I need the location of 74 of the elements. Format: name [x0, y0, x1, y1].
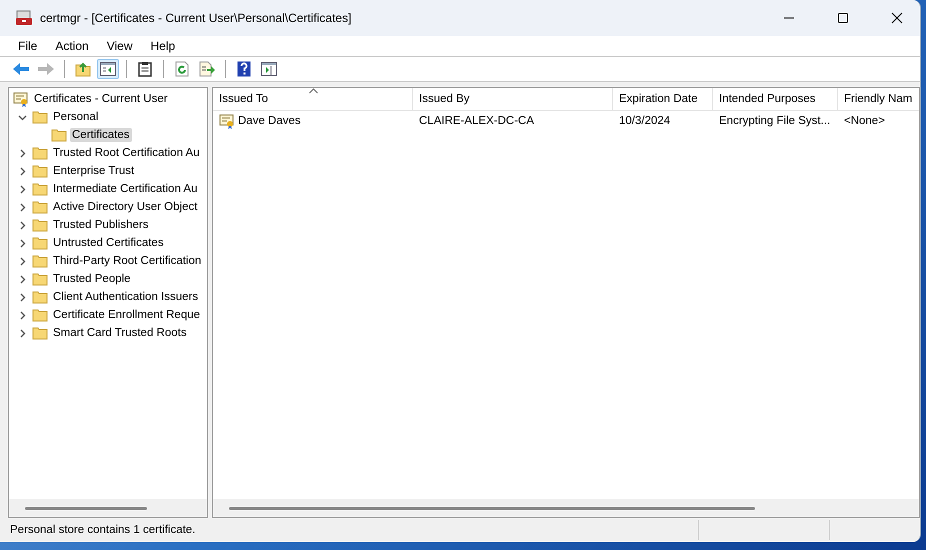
tree-item[interactable]: Personal [51, 110, 100, 124]
status-text: Personal store contains 1 certificate. [9, 524, 196, 536]
tree-root[interactable]: Certificates - Current User [32, 92, 170, 106]
horizontal-scrollbar[interactable] [213, 499, 919, 517]
tree-item[interactable]: Trusted People [51, 272, 133, 286]
folder-icon [32, 272, 48, 286]
table-cell-text: <None> [843, 115, 886, 127]
back-arrow-icon [12, 62, 30, 76]
chevron-icon[interactable] [18, 166, 26, 176]
folder-icon [32, 200, 48, 214]
certificate-store-icon [13, 91, 29, 107]
folder-icon [32, 164, 48, 178]
tree-item[interactable]: Third-Party Root Certification [51, 254, 204, 268]
tree-item[interactable]: Client Authentication Issuers [51, 290, 200, 304]
chevron-icon[interactable] [18, 256, 26, 266]
menu-item[interactable]: File [9, 39, 46, 53]
folder-icon [32, 110, 48, 124]
folder-icon [32, 290, 48, 304]
folder-icon [32, 218, 48, 232]
toolbar-button[interactable] [258, 59, 280, 79]
menu-item[interactable]: Action [46, 39, 98, 53]
chevron-icon[interactable] [18, 148, 26, 158]
tree-item[interactable]: Enterprise Trust [51, 164, 136, 178]
tree-item[interactable]: Trusted Root Certification Au [51, 146, 202, 160]
chevron-icon[interactable] [18, 310, 26, 320]
folder-icon [32, 308, 48, 322]
table-cell-text: Encrypting File Syst... [718, 115, 832, 127]
column-header[interactable]: Issued By [413, 88, 613, 110]
chevron-icon[interactable] [18, 274, 26, 284]
chevron-icon[interactable] [18, 328, 26, 338]
tree-pane-icon [100, 62, 116, 76]
chevron-icon[interactable] [18, 238, 26, 248]
column-header[interactable]: Friendly Nam [838, 88, 919, 110]
forward-arrow-icon [37, 62, 55, 76]
chevron-icon[interactable] [18, 184, 26, 194]
table-cell-text: CLAIRE-ALEX-DC-CA [418, 115, 536, 127]
horizontal-scrollbar[interactable] [9, 499, 207, 517]
tree-item[interactable]: Certificates [70, 128, 132, 142]
certificate-icon [219, 113, 235, 129]
maximize-icon [837, 12, 849, 24]
tree-item[interactable]: Active Directory User Object [51, 200, 200, 214]
folder-icon [32, 182, 48, 196]
menu-item[interactable]: View [98, 39, 142, 53]
refresh-icon [175, 61, 189, 77]
export-list-icon [199, 61, 215, 77]
chevron-icon[interactable] [18, 202, 26, 212]
folder-icon [32, 146, 48, 160]
toolbar-button[interactable] [97, 59, 119, 79]
folder-icon [51, 128, 67, 142]
tree-item[interactable]: Untrusted Certificates [51, 236, 166, 250]
sort-caret-icon [308, 88, 318, 94]
menu-item[interactable]: Help [142, 39, 184, 53]
window-title: certmgr - [Certificates - Current User\Personal\Certificates] [40, 11, 352, 25]
column-header[interactable]: Issued To [213, 88, 413, 110]
clipboard-icon [138, 61, 152, 77]
tree-item[interactable]: Trusted Publishers [51, 218, 150, 232]
folder-icon [32, 236, 48, 250]
folder-up-icon [75, 61, 91, 77]
close-icon [891, 12, 903, 24]
app-icon [16, 10, 32, 26]
action-pane-icon [261, 62, 277, 76]
folder-icon [32, 326, 48, 340]
chevron-icon[interactable] [18, 220, 26, 230]
column-header[interactable]: Intended Purposes [713, 88, 838, 110]
table-cell-text: 10/3/2024 [618, 115, 672, 127]
tree-item[interactable]: Certificate Enrollment Reque [51, 308, 202, 322]
table-cell: Dave Daves [238, 115, 301, 127]
tree-item[interactable]: Smart Card Trusted Roots [51, 326, 189, 340]
help-icon [237, 61, 251, 77]
chevron-icon[interactable] [18, 292, 26, 302]
tree-item[interactable]: Intermediate Certification Au [51, 182, 200, 196]
folder-icon [32, 254, 48, 268]
chevron-icon[interactable] [18, 112, 26, 122]
column-header[interactable]: Expiration Date [613, 88, 713, 110]
